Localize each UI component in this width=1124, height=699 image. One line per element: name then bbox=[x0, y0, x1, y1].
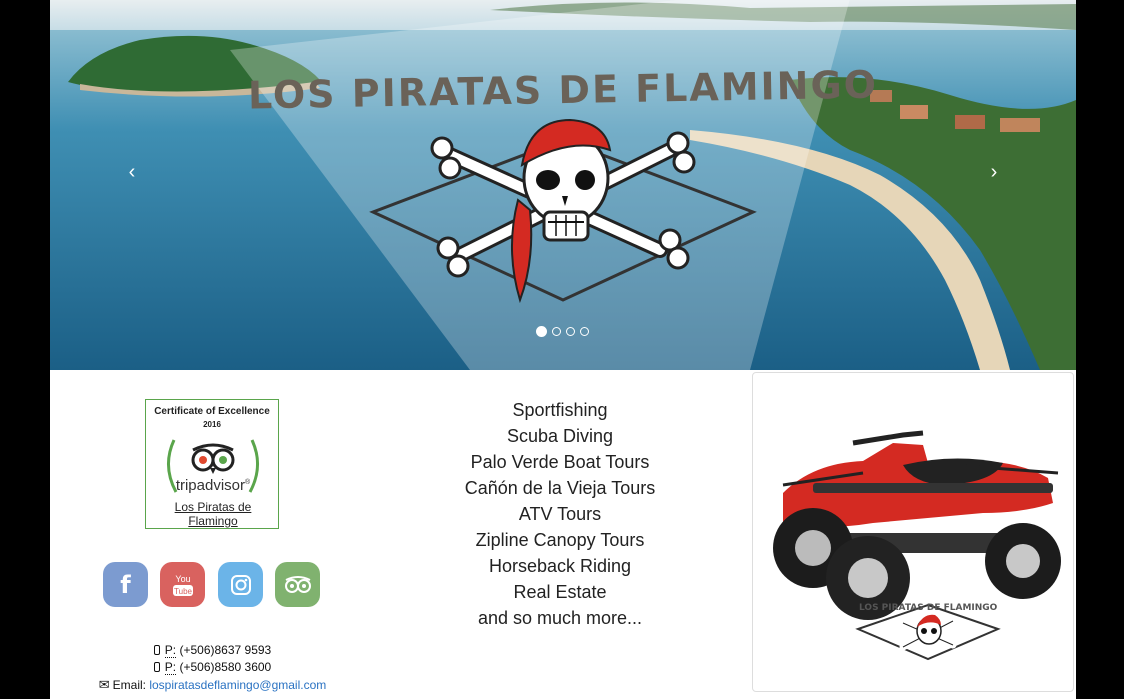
atv-image-card[interactable]: LOS PIRATAS DE FLAMINGO bbox=[752, 372, 1074, 692]
carousel-indicators bbox=[536, 326, 589, 337]
service-item[interactable]: Scuba Diving bbox=[410, 423, 710, 449]
certificate-business-name[interactable]: Los Piratas de Flamingo bbox=[146, 500, 280, 528]
carousel-indicator-4[interactable] bbox=[580, 327, 589, 336]
phone-number-2: (+506)8580 3600 bbox=[179, 660, 272, 674]
facebook-button[interactable]: f bbox=[103, 562, 148, 607]
hero-background-image bbox=[50, 0, 1076, 370]
service-item[interactable]: Sportfishing bbox=[410, 397, 710, 423]
carousel-indicator-1[interactable] bbox=[536, 326, 547, 337]
service-item[interactable]: ATV Tours bbox=[410, 501, 710, 527]
service-item[interactable]: Zipline Canopy Tours bbox=[410, 527, 710, 553]
phone-line-2: P: (+506)8580 3600 bbox=[50, 659, 375, 676]
hero-carousel[interactable]: LOS PIRATAS DE FLAMINGO ‹ › bbox=[50, 0, 1076, 370]
contact-info: P: (+506)8637 9593 P: (+506)8580 3600 ✉ E… bbox=[50, 642, 375, 694]
instagram-button[interactable] bbox=[218, 562, 263, 607]
youtube-button[interactable]: You Tube bbox=[160, 562, 205, 607]
chevron-right-icon: › bbox=[990, 161, 998, 183]
carousel-next-button[interactable]: › bbox=[980, 158, 1008, 186]
instagram-icon bbox=[230, 574, 251, 595]
certificate-title: Certificate of Excellence bbox=[154, 406, 270, 417]
facebook-icon: f bbox=[120, 570, 131, 599]
service-item[interactable]: and so much more... bbox=[410, 605, 710, 631]
tripadvisor-button[interactable] bbox=[275, 562, 320, 607]
service-item[interactable]: Cañón de la Vieja Tours bbox=[410, 475, 710, 501]
tripadvisor-icon bbox=[284, 575, 311, 593]
atv-logo-text: LOS PIRATAS DE FLAMINGO bbox=[859, 603, 998, 613]
youtube-icon: You Tube bbox=[172, 574, 193, 596]
phone-icon bbox=[153, 662, 160, 672]
certificate-year: 2016 bbox=[203, 420, 221, 429]
atv-image bbox=[773, 430, 1061, 661]
tripadvisor-wordmark: tripadvisor bbox=[175, 477, 246, 494]
email-line: ✉ Email: lospiratasdeflamingo@gmail.com bbox=[98, 677, 327, 692]
carousel-indicator-2[interactable] bbox=[552, 327, 561, 336]
service-item[interactable]: Real Estate bbox=[410, 579, 710, 605]
page: LOS PIRATAS DE FLAMINGO ‹ › Certificate … bbox=[50, 0, 1076, 699]
phone-number-1: (+506)8637 9593 bbox=[179, 643, 272, 657]
phone-icon bbox=[153, 645, 160, 655]
svg-text:You: You bbox=[175, 574, 190, 584]
carousel-indicator-3[interactable] bbox=[566, 327, 575, 336]
tripadvisor-certificate-badge[interactable]: Certificate of Excellence 2016 tripadvis… bbox=[145, 399, 279, 529]
phone-line-1: P: (+506)8637 9593 bbox=[50, 642, 375, 659]
svg-text:Tube: Tube bbox=[174, 587, 192, 596]
carousel-prev-button[interactable]: ‹ bbox=[118, 158, 146, 186]
chevron-left-icon: ‹ bbox=[128, 161, 136, 183]
service-item[interactable]: Palo Verde Boat Tours bbox=[410, 449, 710, 475]
email-link[interactable]: lospiratasdeflamingo@gmail.com bbox=[149, 678, 326, 692]
services-list: Sportfishing Scuba Diving Palo Verde Boa… bbox=[410, 397, 710, 631]
service-item[interactable]: Horseback Riding bbox=[410, 553, 710, 579]
envelope-icon: ✉ bbox=[98, 677, 110, 692]
